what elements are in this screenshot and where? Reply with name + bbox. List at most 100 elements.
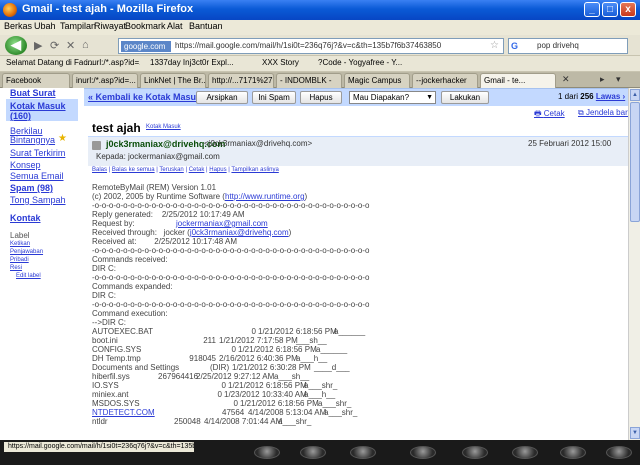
new-window-label[interactable]: Jendela baru [586, 108, 628, 117]
more-actions-select[interactable]: Mau Diapakan? ▼ [349, 91, 436, 104]
reply-all-link[interactable]: Balas ke semua [112, 167, 155, 173]
menu-berkas[interactable]: Berkas [4, 21, 32, 31]
reply-link[interactable]: Balas [92, 167, 107, 173]
tab-linknet[interactable]: LinkNet | The Br... [140, 73, 206, 88]
starred-link-2[interactable]: Bintangnya [10, 135, 55, 145]
new-window-link[interactable]: ⧉ Jendela baru [578, 108, 628, 118]
scroll-down-icon[interactable]: ▼ [630, 427, 640, 439]
edit-labels-link[interactable]: Edit label [16, 273, 41, 279]
reload-icon[interactable]: ⟳ [50, 39, 59, 52]
delete-message-link[interactable]: Hapus [209, 167, 226, 173]
request-email-link[interactable]: jockermaniax@gmail.com [176, 219, 268, 228]
tab-facebook[interactable]: Facebook [2, 73, 70, 88]
dock-icon[interactable] [300, 446, 326, 459]
file-size: 0 [217, 390, 222, 399]
vertical-scrollbar[interactable]: ▲ ▼ [628, 88, 640, 440]
file-row: CONFIG.SYS 0 1/21/2012 6:18:56 PM a______ [92, 345, 622, 354]
google-search-icon[interactable]: G [511, 41, 523, 52]
tab-gmail[interactable]: Gmail - te... [480, 73, 556, 88]
scroll-up-icon[interactable]: ▲ [630, 89, 640, 101]
spam-link[interactable]: Spam (98) [10, 183, 53, 193]
scrollbar-thumb[interactable] [630, 102, 640, 222]
print-link[interactable]: 🖶 Cetak [534, 108, 565, 122]
bookmark-item[interactable]: 1337day Inj3ct0r Expl... [150, 58, 246, 67]
runtime-link[interactable]: http://www.runtime.org [225, 192, 305, 201]
body-line: DIR C: [92, 264, 116, 273]
file-attr: a___sh__ [274, 372, 310, 381]
print-label[interactable]: Cetak [544, 109, 565, 118]
forward-button[interactable]: ▶ [34, 39, 42, 52]
bookmark-item[interactable]: ?Code - Yogyafree - Y... [318, 58, 438, 67]
minimize-button[interactable]: _ [584, 2, 600, 17]
contacts-link[interactable]: Kontak [10, 213, 41, 223]
print-message-link[interactable]: Cetak [189, 167, 205, 173]
show-original-link[interactable]: Tampilkan aslinya [231, 167, 278, 173]
delete-button[interactable]: Hapus [300, 91, 342, 104]
dock-icon[interactable] [410, 446, 436, 459]
label-link[interactable]: Penjawaban [10, 249, 43, 255]
site-identity-button[interactable]: google.com [121, 41, 171, 52]
forward-link[interactable]: Teruskan [159, 167, 183, 173]
sent-link[interactable]: Surat Terkirim [10, 148, 65, 158]
menu-alat[interactable]: Alat [167, 21, 183, 31]
drafts-link[interactable]: Konsep [10, 160, 41, 170]
file-attr: a___shr_ [278, 417, 312, 426]
dock-icon[interactable] [350, 446, 376, 459]
label-link[interactable]: Resi [10, 265, 22, 271]
received-email-link[interactable]: j0ck3rmaniax@drivehq.com [190, 228, 289, 237]
tab-magic-campus[interactable]: Magic Campus [344, 73, 410, 88]
menu-bookmark[interactable]: Bookmark [125, 21, 166, 31]
search-input[interactable]: pop drivehq [537, 41, 579, 50]
tab-scroll-icon[interactable]: ▸ [600, 74, 605, 85]
tab-jockerhacker[interactable]: --jockerhacker [412, 73, 478, 88]
bookmark-star-icon[interactable]: ☆ [490, 40, 499, 51]
maximize-button[interactable]: □ [602, 2, 618, 17]
menu-riwayat[interactable]: Riwayat [94, 21, 126, 31]
tab-http[interactable]: http://...7171%27 [208, 73, 274, 88]
menu-bantuan[interactable]: Bantuan [189, 21, 223, 31]
report-spam-button[interactable]: Ini Spam [252, 91, 296, 104]
tab-list-icon[interactable]: ▾ [616, 74, 621, 85]
ntdetect-link[interactable]: NTDETECT.COM [92, 408, 155, 417]
close-window-button[interactable]: x [620, 2, 636, 17]
message-header: j0ck3rmaniax@drivehq.com <j0ck3rmaniax@d… [88, 136, 628, 166]
older-link[interactable]: Lawas › [596, 92, 625, 101]
file-date: 4/14/2008 7:01:44 AM [204, 417, 283, 426]
dock-icon[interactable] [512, 446, 538, 459]
tab-close-icon[interactable]: ✕ [562, 74, 570, 85]
tab-indomblk[interactable]: - INDOMBLK - [276, 73, 342, 88]
go-button[interactable]: Lakukan [441, 91, 489, 104]
tab-inurl[interactable]: inurl:/*.asp?id=... [72, 73, 138, 88]
label-link[interactable]: Ketikan [10, 241, 30, 247]
back-button[interactable]: ◀ [5, 36, 27, 55]
bookmark-item[interactable]: XXX Story [262, 58, 310, 67]
address-bar[interactable]: google.com https://mail.google.com/mail/… [118, 38, 504, 54]
page-content: Buat Surat Kotak Masuk (160) Berkilau Bi… [0, 88, 628, 440]
menu-tampilan[interactable]: Tampilan [60, 21, 96, 31]
file-attr: ___sh__ [296, 336, 327, 345]
menu-ubah[interactable]: Ubah [34, 21, 56, 31]
inbox-link[interactable]: Kotak Masuk (160) [10, 101, 76, 121]
dock-icon[interactable] [560, 446, 586, 459]
bookmark-item[interactable]: inurl:/*.asp?id=... [86, 58, 140, 67]
message-subject: test ajah [92, 121, 141, 135]
all-mail-link[interactable]: Semua Email [10, 171, 64, 181]
file-row: NTDETECT.COM 47564 4/14/2008 5:13:04 AM a__… [92, 408, 622, 417]
stop-icon[interactable]: ✕ [66, 39, 75, 52]
file-name: AUTOEXEC.BAT [92, 327, 154, 336]
search-bar[interactable]: G pop drivehq [508, 38, 628, 54]
trash-link[interactable]: Tong Sampah [10, 195, 66, 205]
file-name: Documents and Settings [92, 363, 180, 372]
file-date: 1/21/2012 6:18:56 PM [228, 381, 307, 390]
dock-icon[interactable] [462, 446, 488, 459]
archive-button[interactable]: Arsipkan [196, 91, 248, 104]
body-separator: -o-o-o-o-o-o-o-o-o-o-o-o-o-o-o-o-o-o-o-o… [92, 201, 370, 210]
url-text[interactable]: https://mail.google.com/mail/h/1si0t=236… [175, 41, 441, 50]
home-icon[interactable]: ⌂ [82, 39, 89, 51]
dock-icon[interactable] [254, 446, 280, 459]
label-link[interactable]: Pribadi [10, 257, 29, 263]
inbox-label-chip[interactable]: Kotak Masuk [146, 124, 181, 130]
compose-link[interactable]: Buat Surat [10, 88, 56, 98]
back-to-inbox-link[interactable]: « Kembali ke Kotak Masuk [88, 92, 201, 102]
dock-icon[interactable] [606, 446, 632, 459]
